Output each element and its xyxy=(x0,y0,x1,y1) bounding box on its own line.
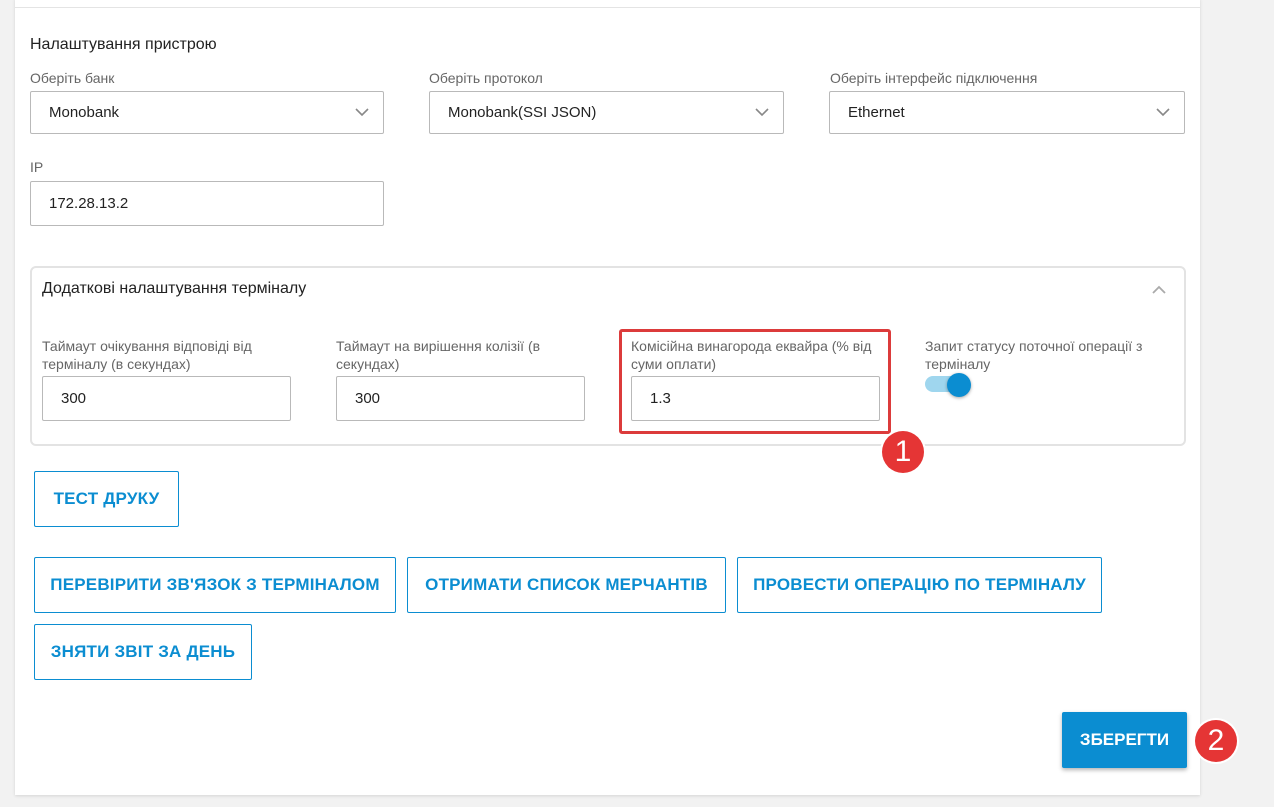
get-merchants-button[interactable]: ОТРИМАТИ СПИСОК МЕРЧАНТІВ xyxy=(407,557,726,613)
toggle-knob[interactable] xyxy=(947,373,971,397)
terminal-settings-title: Додаткові налаштування терміналу xyxy=(42,280,307,297)
interface-select[interactable]: Ethernet xyxy=(829,91,1185,134)
acquirer-fee-label: Комісійна винагорода еквайра (% від суми… xyxy=(631,338,872,372)
bank-select[interactable]: Monobank xyxy=(30,91,384,134)
annotation-badge-1: 1 xyxy=(882,431,924,473)
divider xyxy=(15,7,1200,8)
daily-report-button[interactable]: ЗНЯТИ ЗВІТ ЗА ДЕНЬ xyxy=(34,624,252,680)
interface-select-value: Ethernet xyxy=(848,104,905,121)
collision-timeout-value: 300 xyxy=(355,390,381,407)
chevron-down-icon xyxy=(1156,107,1170,116)
bank-select-value: Monobank xyxy=(49,104,120,121)
acquirer-fee-value: 1.3 xyxy=(650,390,671,407)
device-settings-title: Налаштування пристрою xyxy=(30,36,217,53)
annotation-badge-2: 2 xyxy=(1195,720,1237,762)
response-timeout-input[interactable]: 300 xyxy=(42,376,291,421)
protocol-label: Оберіть протокол xyxy=(429,70,543,86)
collision-timeout-input[interactable]: 300 xyxy=(336,376,585,421)
chevron-down-icon xyxy=(355,107,369,116)
chevron-up-icon[interactable] xyxy=(1151,283,1167,295)
ip-label: IP xyxy=(30,159,44,175)
protocol-select[interactable]: Monobank(SSI JSON) xyxy=(429,91,784,134)
save-button[interactable]: ЗБЕРЕГТИ xyxy=(1062,712,1187,768)
status-request-label: Запит статусу поточної операції з термін… xyxy=(925,338,1143,372)
ip-input[interactable]: 172.28.13.2 xyxy=(30,181,384,226)
collision-timeout-label: Таймаут на вирішення колізії (в секундах… xyxy=(336,338,541,372)
response-timeout-label: Таймаут очікування відповіді від терміна… xyxy=(42,338,252,372)
protocol-select-value: Monobank(SSI JSON) xyxy=(448,104,597,121)
test-print-button[interactable]: ТЕСТ ДРУКУ xyxy=(34,471,179,527)
ip-input-value: 172.28.13.2 xyxy=(49,195,129,212)
interface-label: Оберіть інтерфейс підключення xyxy=(830,70,1038,86)
run-operation-button[interactable]: ПРОВЕСТИ ОПЕРАЦІЮ ПО ТЕРМІНАЛУ xyxy=(737,557,1102,613)
acquirer-fee-input[interactable]: 1.3 xyxy=(631,376,880,421)
response-timeout-value: 300 xyxy=(61,390,87,407)
bank-label: Оберіть банк xyxy=(30,70,115,86)
chevron-down-icon xyxy=(755,107,769,116)
check-connection-button[interactable]: ПЕРЕВІРИТИ ЗВ'ЯЗОК З ТЕРМІНАЛОМ xyxy=(34,557,396,613)
